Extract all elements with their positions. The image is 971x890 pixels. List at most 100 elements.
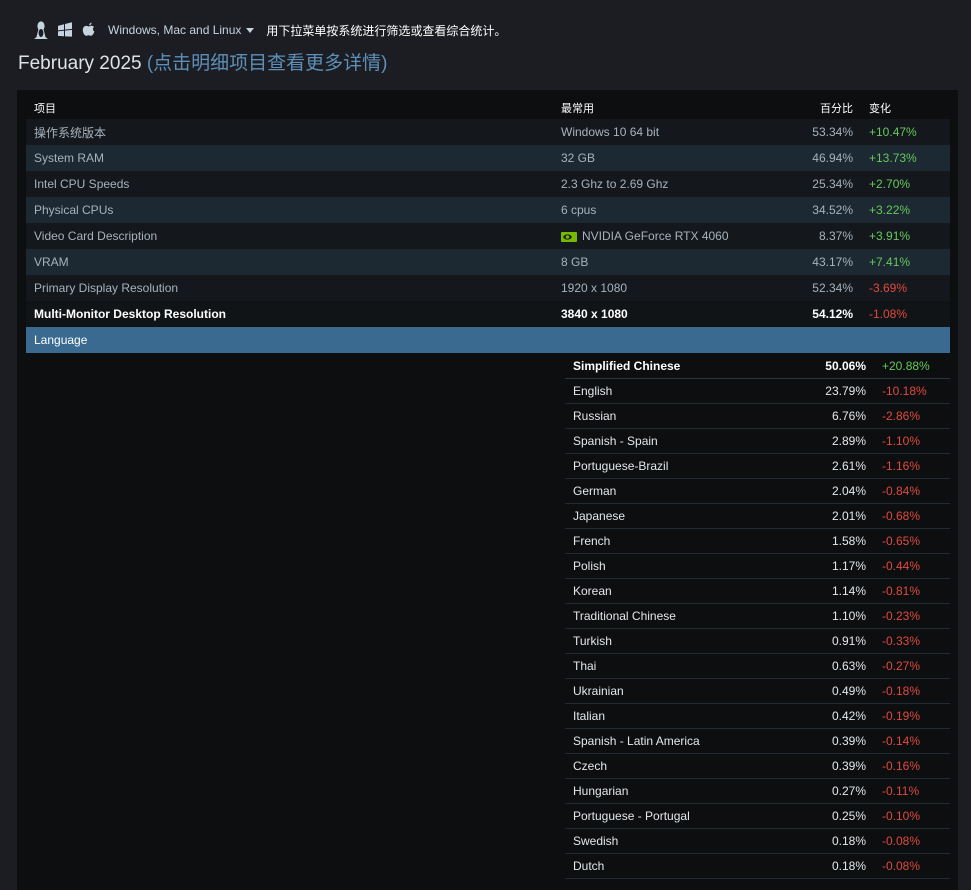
- language-percent: 0.18%: [806, 853, 866, 879]
- table-row: Russian 6.76% -2.86%: [565, 403, 950, 429]
- row-percent: 46.94%: [812, 151, 853, 165]
- row-change: +3.91%: [869, 229, 911, 243]
- row-percent: 53.34%: [812, 125, 853, 139]
- language-name: Russian: [565, 403, 806, 429]
- language-change: -0.68%: [866, 503, 950, 529]
- stat-row-primary-resolution[interactable]: Primary Display Resolution 1920 x 1080 5…: [26, 275, 950, 301]
- language-percent: 0.18%: [806, 828, 866, 854]
- stat-row-cpu-speeds[interactable]: Intel CPU Speeds 2.3 Ghz to 2.69 Ghz 25.…: [26, 171, 950, 197]
- table-row: Portuguese-Brazil 2.61% -1.16%: [565, 453, 950, 479]
- language-name: English: [565, 378, 806, 404]
- language-name: Swedish: [565, 828, 806, 854]
- row-common: NVIDIA GeForce RTX 4060: [561, 223, 757, 249]
- table-row: Dutch 0.18% -0.08%: [565, 853, 950, 879]
- row-percent: 34.52%: [812, 203, 853, 217]
- language-percent: 1.14%: [806, 578, 866, 604]
- row-percent: 43.17%: [812, 255, 853, 269]
- hardware-stats-table: 项目 最常用 百分比 变化 操作系统版本 Windows 10 64 bit 5…: [26, 97, 950, 353]
- language-name: Portuguese - Portugal: [565, 803, 806, 829]
- stat-row-language[interactable]: Language: [26, 327, 950, 353]
- stats-panel: 项目 最常用 百分比 变化 操作系统版本 Windows 10 64 bit 5…: [17, 90, 958, 890]
- table-row: German 2.04% -0.84%: [565, 478, 950, 504]
- stat-row-multi-monitor-resolution[interactable]: Multi-Monitor Desktop Resolution 3840 x …: [26, 301, 950, 327]
- language-name: Italian: [565, 703, 806, 729]
- language-name: Czech: [565, 753, 806, 779]
- language-change: +20.88%: [866, 354, 950, 379]
- os-filter-label: Windows, Mac and Linux: [108, 23, 242, 37]
- language-percent: 23.79%: [806, 378, 866, 404]
- linux-icon[interactable]: [30, 19, 52, 41]
- table-row: Thai 0.63% -0.27%: [565, 653, 950, 679]
- language-name: Polish: [565, 553, 806, 579]
- row-percent: 25.34%: [812, 177, 853, 191]
- row-item: System RAM: [34, 151, 105, 165]
- stat-row-os-version[interactable]: 操作系统版本 Windows 10 64 bit 53.34% +10.47%: [26, 119, 950, 145]
- language-change: -0.65%: [866, 528, 950, 554]
- os-filter-dropdown[interactable]: Windows, Mac and Linux: [108, 23, 255, 37]
- row-change: +13.73%: [869, 151, 917, 165]
- language-name: Japanese: [565, 503, 806, 529]
- row-change: +7.41%: [869, 255, 911, 269]
- table-header: 项目 最常用 百分比 变化: [26, 97, 950, 119]
- apple-icon[interactable]: [78, 19, 100, 41]
- title-month: February 2025: [18, 53, 142, 74]
- language-percent: 2.01%: [806, 503, 866, 529]
- language-row-label: Language: [26, 327, 950, 353]
- video-card-name: NVIDIA GeForce RTX 4060: [582, 229, 729, 243]
- table-row: French 1.58% -0.65%: [565, 528, 950, 554]
- language-change: -10.18%: [866, 378, 950, 404]
- language-name: Portuguese-Brazil: [565, 453, 806, 479]
- row-change: +3.22%: [869, 203, 911, 217]
- row-item: Multi-Monitor Desktop Resolution: [26, 301, 561, 327]
- row-common: 1920 x 1080: [561, 281, 628, 295]
- language-percent: 50.06%: [806, 354, 866, 379]
- nvidia-icon: [561, 231, 577, 242]
- language-percent: 1.17%: [806, 553, 866, 579]
- stat-row-video-card[interactable]: Video Card Description NVIDIA GeForce RT…: [26, 223, 950, 249]
- row-item: Video Card Description: [34, 229, 158, 243]
- windows-icon[interactable]: [54, 19, 76, 41]
- language-change: -0.19%: [866, 703, 950, 729]
- row-common: 2.3 Ghz to 2.69 Ghz: [561, 177, 669, 191]
- language-change: -0.18%: [866, 678, 950, 704]
- table-row: Japanese 2.01% -0.68%: [565, 503, 950, 529]
- row-percent: 8.37%: [818, 229, 853, 243]
- table-row: Portuguese - Portugal 0.25% -0.10%: [565, 803, 950, 829]
- filter-hint: 用下拉菜单按系统进行筛选或查看综合统计。: [266, 23, 507, 38]
- table-row: Simplified Chinese 50.06% +20.88%: [565, 354, 950, 379]
- os-filter-bar: Windows, Mac and Linux 用下拉菜单按系统进行筛选或查看综合…: [30, 17, 506, 43]
- table-row: Hungarian 0.27% -0.11%: [565, 778, 950, 804]
- row-item: Primary Display Resolution: [34, 281, 179, 295]
- stat-row-vram[interactable]: VRAM 8 GB 43.17% +7.41%: [26, 249, 950, 275]
- language-name: Spanish - Latin America: [565, 728, 806, 754]
- language-percent: 1.10%: [806, 603, 866, 629]
- language-percent: 2.89%: [806, 428, 866, 454]
- language-percent: 0.63%: [806, 653, 866, 679]
- language-change: -0.10%: [866, 803, 950, 829]
- language-change: -0.27%: [866, 653, 950, 679]
- language-change: -0.11%: [866, 778, 950, 804]
- language-name: German: [565, 478, 806, 504]
- language-percent: 2.61%: [806, 453, 866, 479]
- col-header-common: 最常用: [561, 103, 594, 115]
- col-header-item: 项目: [34, 103, 56, 115]
- language-name: Korean: [565, 578, 806, 604]
- col-header-percent: 百分比: [820, 103, 853, 115]
- table-row: Czech 0.39% -0.16%: [565, 753, 950, 779]
- row-common: 3840 x 1080: [561, 301, 757, 327]
- language-breakdown-table: Simplified Chinese 50.06% +20.88% English 2…: [565, 354, 950, 879]
- language-name: Dutch: [565, 853, 806, 879]
- language-percent: 0.39%: [806, 728, 866, 754]
- language-change: -0.33%: [866, 628, 950, 654]
- language-percent: 2.04%: [806, 478, 866, 504]
- language-percent: 0.91%: [806, 628, 866, 654]
- stat-row-system-ram[interactable]: System RAM 32 GB 46.94% +13.73%: [26, 145, 950, 171]
- table-row: Spanish - Spain 2.89% -1.10%: [565, 428, 950, 454]
- title-subtitle: (点击明细项目查看更多详情): [146, 53, 388, 74]
- row-common: 32 GB: [561, 151, 596, 165]
- stat-row-physical-cpus[interactable]: Physical CPUs 6 cpus 34.52% +3.22%: [26, 197, 950, 223]
- row-item: 操作系统版本: [34, 125, 107, 140]
- row-common: 6 cpus: [561, 203, 597, 217]
- language-change: -0.14%: [866, 728, 950, 754]
- language-change: -0.08%: [866, 853, 950, 879]
